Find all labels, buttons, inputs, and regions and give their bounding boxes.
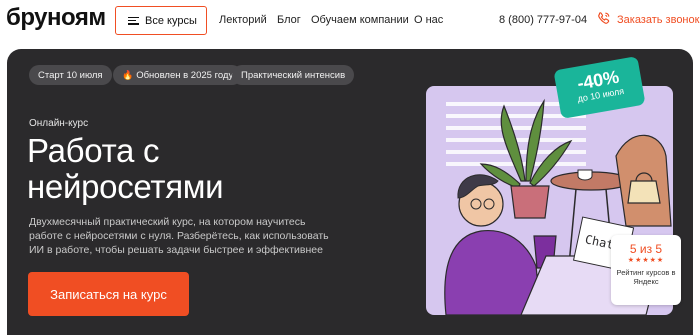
fire-icon: 🔥 xyxy=(122,69,134,80)
chip-intensive: Практический интенсив xyxy=(232,65,355,85)
enroll-button[interactable]: Записаться на курс xyxy=(28,272,189,316)
phone-number[interactable]: 8 (800) 777-97-04 xyxy=(499,14,587,26)
chip-updated: 🔥 Обновлен в 2025 году xyxy=(113,65,243,85)
chip-label: Старт 10 июля xyxy=(38,69,103,81)
course-description: Двухмесячный практический курс, на котор… xyxy=(29,216,329,256)
nav-link-lectorium[interactable]: Лекторий xyxy=(219,14,267,26)
all-courses-label: Все курсы xyxy=(145,14,197,27)
nav-link-blog[interactable]: Блог xyxy=(277,14,301,26)
chip-label: Обновлен в 2025 году xyxy=(136,69,234,81)
course-type-label: Онлайн-курс xyxy=(29,118,89,129)
call-back-link[interactable]: Заказать звонок xyxy=(617,14,699,26)
phone-call-icon[interactable] xyxy=(597,11,611,25)
hero-banner: Старт 10 июля 🔥 Обновлен в 2025 году Пра… xyxy=(7,49,693,335)
chip-label: Практический интенсив xyxy=(241,69,346,81)
all-courses-button[interactable]: Все курсы xyxy=(115,6,207,35)
title-line-1: Работа с xyxy=(27,132,160,169)
rating-label: Рейтинг курсов в Яндекс xyxy=(616,268,676,286)
chip-start-date: Старт 10 июля xyxy=(29,65,112,85)
page-title: Работа с нейросетями xyxy=(27,133,357,205)
logo[interactable]: бруноям xyxy=(6,4,106,32)
nav-link-companies[interactable]: Обучаем компании xyxy=(311,14,409,26)
star-icon: ★★★★★ xyxy=(627,257,665,264)
site-header: бруноям Все курсы Лекторий Блог Обучаем … xyxy=(0,0,700,40)
rating-card: 5 из 5 ★★★★★ Рейтинг курсов в Яндекс xyxy=(611,235,681,305)
nav-link-about[interactable]: О нас xyxy=(414,14,443,26)
menu-icon xyxy=(128,16,139,25)
title-line-2: нейросетями xyxy=(27,168,224,205)
rating-score: 5 из 5 xyxy=(629,242,663,256)
